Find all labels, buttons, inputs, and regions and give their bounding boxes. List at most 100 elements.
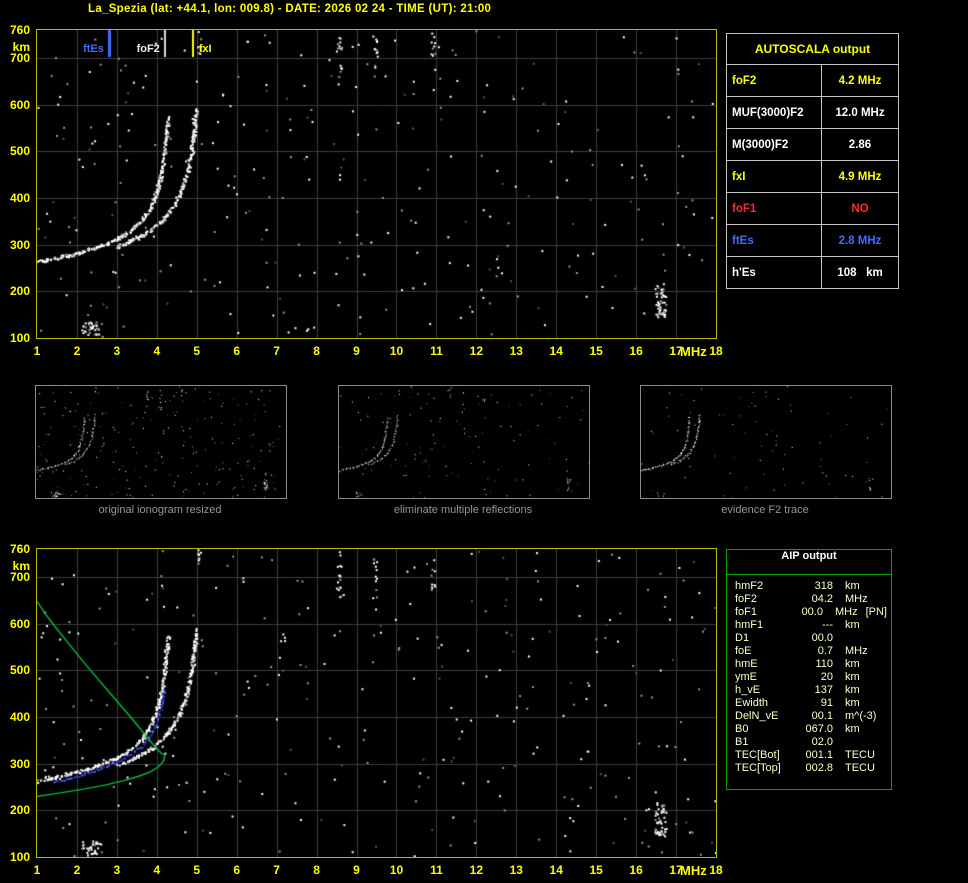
x-axis-tick-label: 9 (345, 863, 369, 877)
thumbnail-canvas-original (36, 386, 286, 498)
aip-label: TEC[Bot] (735, 749, 795, 762)
aip-row: foF100.0MHz[PN] (735, 606, 887, 619)
aip-label: foF1 (735, 606, 789, 619)
x-axis-tick-label: 7 (265, 863, 289, 877)
aip-row: h_vE137km (735, 684, 887, 697)
aip-unit: km (845, 658, 860, 671)
aip-parameter-rows: hmF2318kmfoF204.2MHzfoF100.0MHz[PN]hmF1-… (727, 575, 891, 775)
aip-row: B0067.0km (735, 723, 887, 736)
y-axis-tick-label: 600 (2, 98, 30, 112)
x-axis-tick-label: 18 (704, 344, 728, 358)
table-row: foF1 NO (727, 193, 899, 225)
marker-label-fxi: fxI (199, 43, 212, 55)
x-axis-unit-label: MHz (680, 863, 707, 878)
aip-row: D100.0 (735, 632, 887, 645)
thumbnail-caption-original: original ionogram resized (34, 504, 286, 516)
y-axis-tick-label: 300 (2, 238, 30, 252)
aip-label: foF2 (735, 593, 795, 606)
ionogram-canvas-bottom (37, 549, 716, 857)
aip-value: 00.0 (795, 632, 833, 645)
thumbnail-canvas-f2trace (641, 386, 891, 498)
y-axis-unit-label: km (2, 40, 30, 54)
y-axis-unit-label: km (2, 559, 30, 573)
x-axis-tick-label: 6 (225, 863, 249, 877)
aip-value: 00.1 (795, 710, 833, 723)
x-axis-tick-label: 3 (105, 863, 129, 877)
param-label-m3000: M(3000)F2 (727, 129, 822, 161)
param-value-m3000: 2.86 (822, 129, 899, 161)
y-axis-tick-label: 100 (2, 331, 30, 345)
aip-unit: MHz (845, 645, 868, 658)
y-axis-tick-label: 600 (2, 617, 30, 631)
autoscala-output-table: AUTOSCALA output foF2 4.2 MHz MUF(3000)F… (726, 33, 899, 289)
x-axis-tick-label: 12 (464, 863, 488, 877)
param-value-hes: 108 km (822, 257, 899, 289)
aip-extra: [PN] (866, 606, 887, 619)
thumbnail-canvas-cleaned (339, 386, 589, 498)
aip-label: hmF1 (735, 619, 795, 632)
aip-row: foE0.7MHz (735, 645, 887, 658)
aip-value: 001.1 (795, 749, 833, 762)
x-axis-tick-label: 5 (185, 863, 209, 877)
y-axis-tick-label: 200 (2, 284, 30, 298)
inverted-profile-plot (36, 548, 717, 858)
aip-value: 0.7 (795, 645, 833, 658)
param-label-hes: h'Es (727, 257, 822, 289)
x-axis-tick-label: 10 (384, 863, 408, 877)
aip-label: hmF2 (735, 580, 795, 593)
aip-label: DelN_vE (735, 710, 795, 723)
station-date-title: La_Spezia (lat: +44.1, lon: 009.8) - DAT… (88, 3, 491, 15)
param-value-muf: 12.0 MHz (822, 97, 899, 129)
ionogram-canvas-top (37, 30, 716, 338)
x-axis-tick-label: 1 (25, 344, 49, 358)
x-axis-tick-label: 13 (504, 344, 528, 358)
x-axis-tick-label: 9 (345, 344, 369, 358)
x-axis-tick-label: 5 (185, 344, 209, 358)
aip-unit: km (845, 580, 860, 593)
x-axis-tick-label: 1 (25, 863, 49, 877)
x-axis-tick-label: 10 (384, 344, 408, 358)
aip-label: TEC[Top] (735, 762, 795, 775)
x-axis-tick-label: 4 (145, 863, 169, 877)
aip-row: DelN_vE00.1 m^(-3) (735, 710, 887, 723)
aip-unit: MHz (845, 593, 868, 606)
param-label-ftes: ftEs (727, 225, 822, 257)
aip-unit: m^(-3) (845, 710, 876, 723)
aip-output-table: AIP output hmF2318kmfoF204.2MHzfoF100.0M… (726, 549, 892, 790)
aip-value: 318 (795, 580, 833, 593)
param-value-fof2: 4.2 MHz (822, 65, 899, 97)
aip-label: B1 (735, 736, 795, 749)
y-axis-tick-label: 200 (2, 803, 30, 817)
x-axis-tick-label: 11 (424, 344, 448, 358)
aip-label: ymE (735, 671, 795, 684)
aip-label: D1 (735, 632, 795, 645)
aip-row: hmF1---km (735, 619, 887, 632)
x-axis-tick-label: 6 (225, 344, 249, 358)
param-label-fof1: foF1 (727, 193, 822, 225)
aip-row: Ewidth91km (735, 697, 887, 710)
param-label-muf: MUF(3000)F2 (727, 97, 822, 129)
aip-value: 04.2 (795, 593, 833, 606)
autoscala-table-title: AUTOSCALA output (727, 34, 899, 65)
x-axis-tick-label: 16 (624, 344, 648, 358)
aip-value: 91 (795, 697, 833, 710)
marker-label-ftes: ftEs (83, 43, 104, 55)
aip-row: B102.0 (735, 736, 887, 749)
thumbnail-caption-cleaned: eliminate multiple reflections (337, 504, 589, 516)
x-axis-tick-label: 2 (65, 344, 89, 358)
aip-label: B0 (735, 723, 795, 736)
y-axis-tick-label: 300 (2, 757, 30, 771)
thumbnail-multiple-reflections-removed (338, 385, 590, 499)
thumbnail-original-ionogram (35, 385, 287, 499)
x-axis-tick-label: 8 (305, 344, 329, 358)
aip-value: 137 (795, 684, 833, 697)
aip-value: 00.0 (789, 606, 823, 619)
y-axis-tick-label: 500 (2, 663, 30, 677)
y-axis-tick-label: 760 (2, 23, 30, 37)
param-value-fxi: 4.9 MHz (822, 161, 899, 193)
aip-value: 067.0 (795, 723, 833, 736)
param-label-fof2: foF2 (727, 65, 822, 97)
x-axis-tick-label: 14 (544, 344, 568, 358)
y-axis-tick-label: 500 (2, 144, 30, 158)
aip-label: h_vE (735, 684, 795, 697)
